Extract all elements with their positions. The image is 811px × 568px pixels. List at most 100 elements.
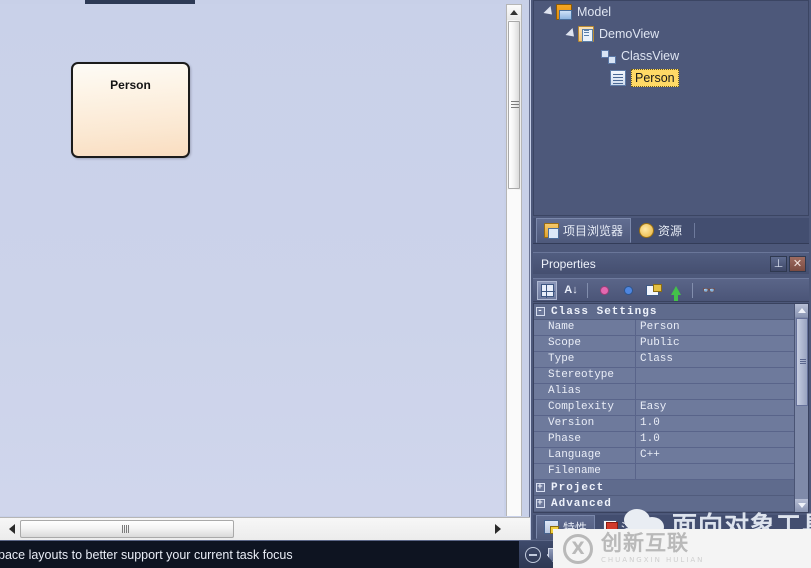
diagram-canvas-pane[interactable]: Person [0,0,530,540]
scroll-up-arrow-icon[interactable] [507,5,521,20]
group-expand-icon[interactable]: + [536,483,545,492]
application-window: Person Model DemoView ClassView Person 项… [0,0,811,568]
canvas-vertical-scroll-thumb[interactable] [508,21,520,189]
property-value[interactable] [636,384,808,399]
caps-lock-indicator: CAP [671,548,699,562]
properties-panel-tabstrip[interactable]: 特性 注释 [533,515,809,539]
property-row[interactable]: Type Class [534,352,808,368]
scroll-right-arrow-icon[interactable] [489,520,506,538]
canvas-horizontal-scroll-thumb[interactable] [20,520,234,538]
right-dock-panel: Model DemoView ClassView Person 项目浏览器 资源… [531,0,811,540]
expander-collapse-icon[interactable] [564,27,578,41]
property-grid[interactable]: - Class Settings Name Person Scope Publi… [533,303,809,513]
property-value[interactable] [636,368,808,383]
group-label: Class Settings [551,305,658,318]
sort-az-icon: A↓ [564,283,578,296]
triangle-right-icon [494,524,501,534]
property-name: Filename [534,464,636,479]
scroll-thumb-grip-icon [122,525,132,533]
property-row[interactable]: Phase 1.0 [534,432,808,448]
notes-button[interactable] [642,281,662,300]
property-grid-scrollbar[interactable] [794,304,808,512]
properties-button[interactable] [594,281,614,300]
tab-project-browser[interactable]: 项目浏览器 [536,218,632,243]
property-row[interactable]: Complexity Easy [534,400,808,416]
tree-panel-tabstrip[interactable]: 项目浏览器 资源 [533,218,809,244]
property-row[interactable]: Version 1.0 [534,416,808,432]
scroll-left-arrow-icon[interactable] [3,520,20,538]
tree-node-label: DemoView [599,27,660,41]
tab-comments[interactable]: 注释 [595,515,653,539]
group-label: Advanced [551,497,612,510]
class-shape-person[interactable]: Person [71,62,190,158]
scroll-up-arrow-icon[interactable] [795,304,808,317]
inspect-button[interactable]: 👓 [699,281,719,300]
property-value[interactable]: Person [636,320,808,335]
events-dot-icon [623,285,633,295]
property-value[interactable] [636,464,808,479]
pin-icon[interactable]: ⊥ [770,255,787,272]
scroll-down-arrow-icon[interactable] [795,499,808,512]
property-row[interactable]: Language C++ [534,448,808,464]
zoom-slider[interactable] [547,547,643,563]
toolbar-separator [692,282,693,298]
view-icon [578,26,594,42]
status-message: pace layouts to better support your curr… [0,548,293,562]
tree-node-model[interactable]: Model [534,1,808,23]
close-icon[interactable]: ✕ [789,255,806,272]
property-value[interactable]: C++ [636,448,808,463]
zoom-out-button[interactable] [525,547,541,563]
triangle-left-icon [8,524,15,534]
property-name: Name [534,320,636,335]
glasses-icon: 👓 [702,284,716,297]
group-expand-icon[interactable]: + [536,499,545,508]
group-collapse-icon[interactable]: - [536,307,545,316]
toolbar-separator [587,282,588,298]
expander-collapse-icon[interactable] [542,5,556,19]
project-browser-icon [544,223,559,239]
property-grid-scroll-thumb[interactable] [796,318,808,406]
canvas-vertical-scroll-track[interactable] [506,190,522,516]
zoom-in-button[interactable] [649,547,665,563]
property-name: Version [534,416,636,431]
tab-label: 注释 [621,520,646,535]
tree-node-label: Model [577,5,612,19]
project-tree-panel[interactable]: Model DemoView ClassView Person [533,0,809,216]
diagram-surface[interactable]: Person [0,4,504,516]
property-value[interactable]: 1.0 [636,416,808,431]
property-value[interactable]: Public [636,336,808,351]
panel-title: Properties [541,256,596,271]
upload-button[interactable] [666,281,686,301]
property-row[interactable]: Filename [534,464,808,480]
arrow-up-icon [671,285,681,301]
zoom-slider-handle[interactable] [548,548,558,562]
canvas-horizontal-scrollbar[interactable] [0,517,530,540]
tree-node-classview[interactable]: ClassView [534,45,808,67]
property-name: Type [534,352,636,367]
tab-features[interactable]: 特性 [536,515,596,539]
property-row[interactable]: Name Person [534,320,808,336]
property-value[interactable]: 1.0 [636,432,808,447]
group-label: Project [551,481,605,494]
note-icon [645,283,662,296]
property-group-advanced[interactable]: + Advanced [534,496,808,512]
property-row[interactable]: Scope Public [534,336,808,352]
tab-resource[interactable]: 资源 [631,218,690,243]
zoom-slider-tick [595,550,597,560]
events-button[interactable] [618,281,638,300]
property-row[interactable]: Alias [534,384,808,400]
properties-toolbar[interactable]: A↓ 👓 [533,278,809,302]
categorized-view-button[interactable] [537,280,557,300]
feature-icon [544,520,559,534]
triangle-up-icon [510,10,518,15]
property-value[interactable]: Class [636,352,808,367]
model-icon [556,4,572,20]
property-row[interactable]: Stereotype [534,368,808,384]
tree-node-demoview[interactable]: DemoView [534,23,808,45]
property-group-project[interactable]: + Project [534,480,808,496]
tree-node-person[interactable]: Person [534,67,808,89]
property-group-class-settings[interactable]: - Class Settings [534,304,808,320]
alphabetical-sort-button[interactable]: A↓ [561,281,581,300]
classview-icon [600,48,616,64]
property-value[interactable]: Easy [636,400,808,415]
